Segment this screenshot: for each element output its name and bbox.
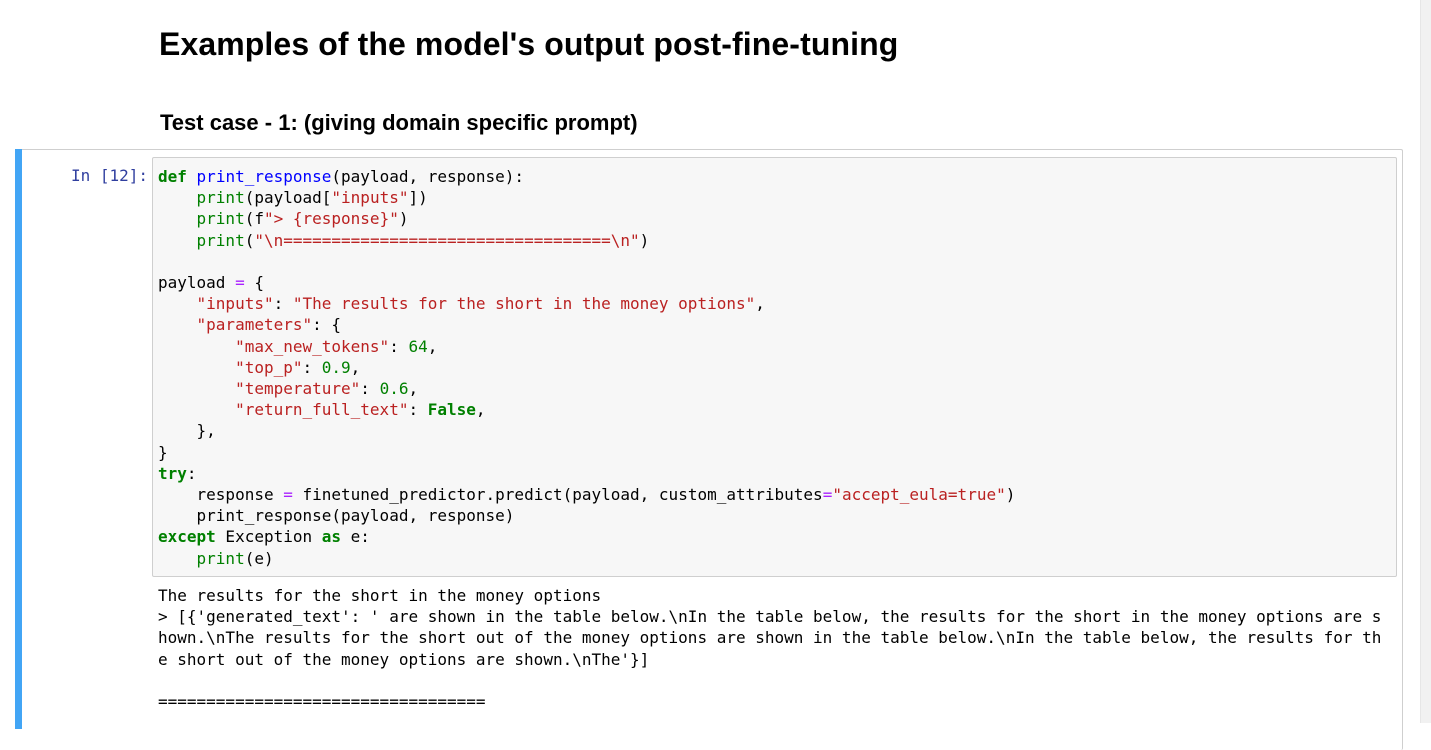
- markdown-subheading: Test case - 1: (giving domain specific p…: [160, 110, 638, 135]
- code-line: print(e): [196, 548, 274, 568]
- code-editor[interactable]: def print_response(payload, response): p…: [158, 166, 1015, 569]
- code-line: "max_new_tokens": 64,: [235, 336, 438, 356]
- code-line: print(payload["inputs"]): [196, 188, 428, 208]
- code-line: "parameters": {: [196, 315, 342, 335]
- code-line: "inputs": "The results for the short in …: [196, 294, 765, 314]
- cell-selected-indicator: [15, 149, 22, 729]
- code-line: def print_response(payload, response):: [158, 167, 525, 186]
- code-line: response = finetuned_predictor.predict(p…: [158, 485, 1016, 505]
- code-line: "return_full_text": False,: [235, 400, 486, 420]
- output-line: > [{'generated_text': ' are shown in the…: [158, 607, 1382, 669]
- code-line: try:: [158, 463, 197, 483]
- code-line: print(f"> {response}"): [196, 209, 409, 229]
- code-line: payload = {: [158, 273, 264, 293]
- cell-output: The results for the short in the money o…: [158, 585, 1388, 712]
- page-scrollbar[interactable]: [1420, 0, 1431, 723]
- code-line: },: [196, 421, 216, 441]
- code-line: print_response(payload, response): [196, 506, 515, 526]
- input-prompt: In [12]:: [70, 166, 148, 185]
- output-line: ==================================: [158, 692, 486, 712]
- markdown-heading: Examples of the model's output post-fine…: [159, 26, 899, 62]
- code-line: }: [158, 442, 168, 462]
- code-line: "top_p": 0.9,: [235, 357, 361, 377]
- output-line: The results for the short in the money o…: [158, 586, 602, 605]
- code-line: "temperature": 0.6,: [235, 379, 419, 399]
- code-line: print("\n===============================…: [196, 230, 650, 250]
- code-line: except Exception as e:: [158, 527, 370, 547]
